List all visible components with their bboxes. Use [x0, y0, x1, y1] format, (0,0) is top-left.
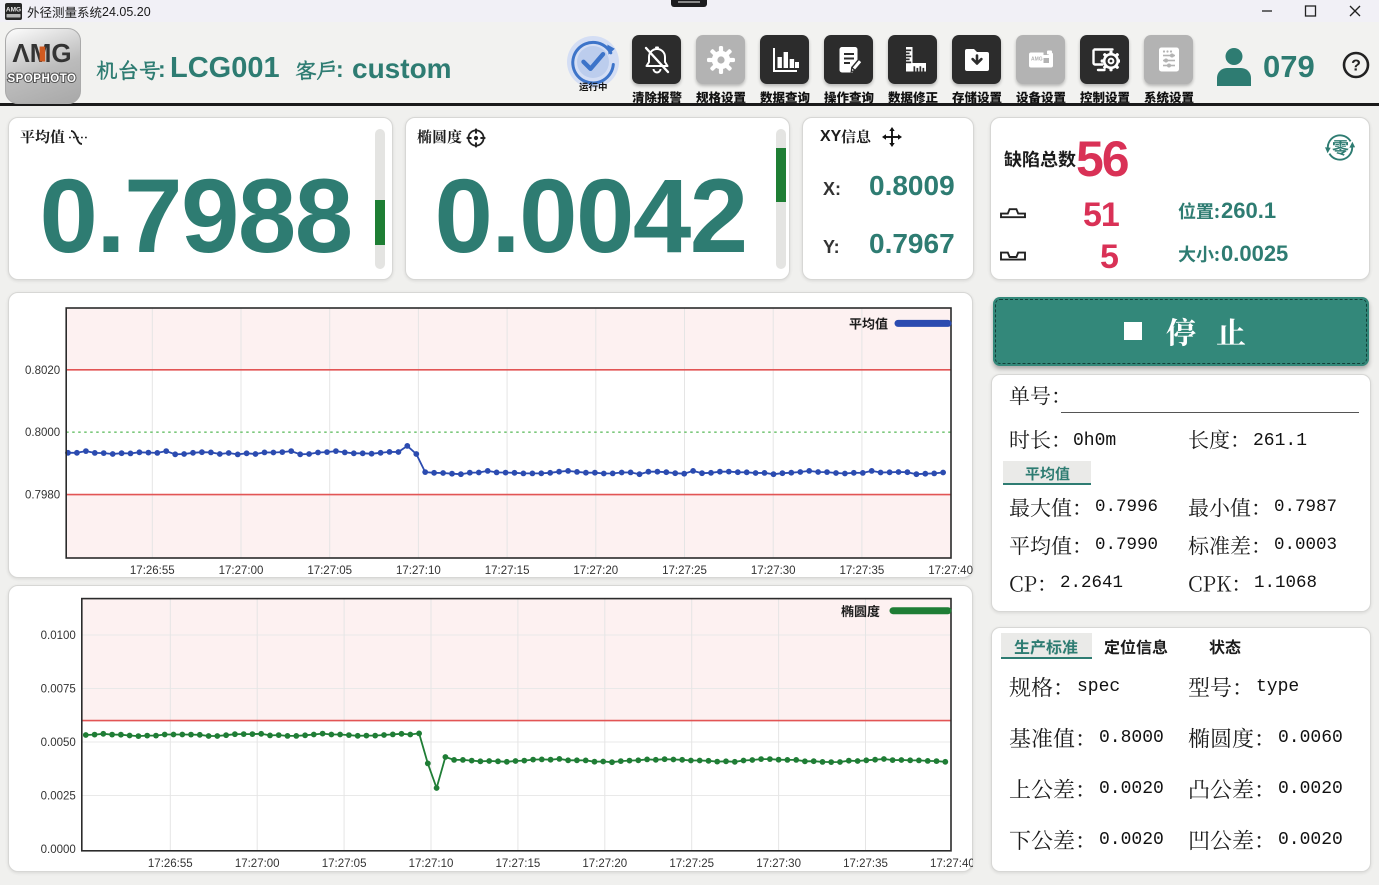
svg-text:17:27:35: 17:27:35	[843, 858, 888, 870]
svg-text:AMG: AMG	[1031, 56, 1043, 62]
svg-text:17:27:40: 17:27:40	[928, 565, 973, 577]
svg-text:17:27:10: 17:27:10	[409, 858, 454, 870]
svg-text:0.0025: 0.0025	[41, 791, 76, 803]
svg-text:17:27:20: 17:27:20	[582, 858, 627, 870]
svg-text:17:27:05: 17:27:05	[307, 565, 352, 577]
svg-text:17:27:15: 17:27:15	[496, 858, 541, 870]
svg-text:17:27:20: 17:27:20	[573, 565, 618, 577]
svg-text:AMG: AMG	[6, 7, 21, 14]
svg-text:0.0075: 0.0075	[41, 684, 76, 696]
svg-text:17:27:35: 17:27:35	[840, 565, 885, 577]
svg-text:0.0050: 0.0050	[41, 737, 76, 749]
svg-text:0.0000: 0.0000	[41, 844, 76, 856]
svg-text:0.8000: 0.8000	[25, 427, 60, 439]
svg-text:17:27:15: 17:27:15	[485, 565, 530, 577]
svg-text:17:27:10: 17:27:10	[396, 565, 441, 577]
svg-text:17:27:05: 17:27:05	[322, 858, 367, 870]
svg-text:0.0100: 0.0100	[41, 630, 76, 642]
svg-text:17:27:30: 17:27:30	[751, 565, 796, 577]
svg-text:0.8020: 0.8020	[25, 365, 60, 377]
svg-text:17:27:25: 17:27:25	[669, 858, 714, 870]
svg-text:17:26:55: 17:26:55	[148, 858, 193, 870]
svg-text:17:26:55: 17:26:55	[130, 565, 175, 577]
svg-text:17:27:25: 17:27:25	[662, 565, 707, 577]
svg-text:SPOPHOTO: SPOPHOTO	[8, 73, 77, 85]
svg-text:0.7980: 0.7980	[25, 490, 60, 502]
svg-text:17:27:30: 17:27:30	[756, 858, 801, 870]
svg-text:17:27:00: 17:27:00	[235, 858, 280, 870]
svg-text:17:27:00: 17:27:00	[219, 565, 264, 577]
svg-text:?: ?	[1351, 58, 1361, 75]
svg-text:17:27:40: 17:27:40	[930, 858, 973, 870]
